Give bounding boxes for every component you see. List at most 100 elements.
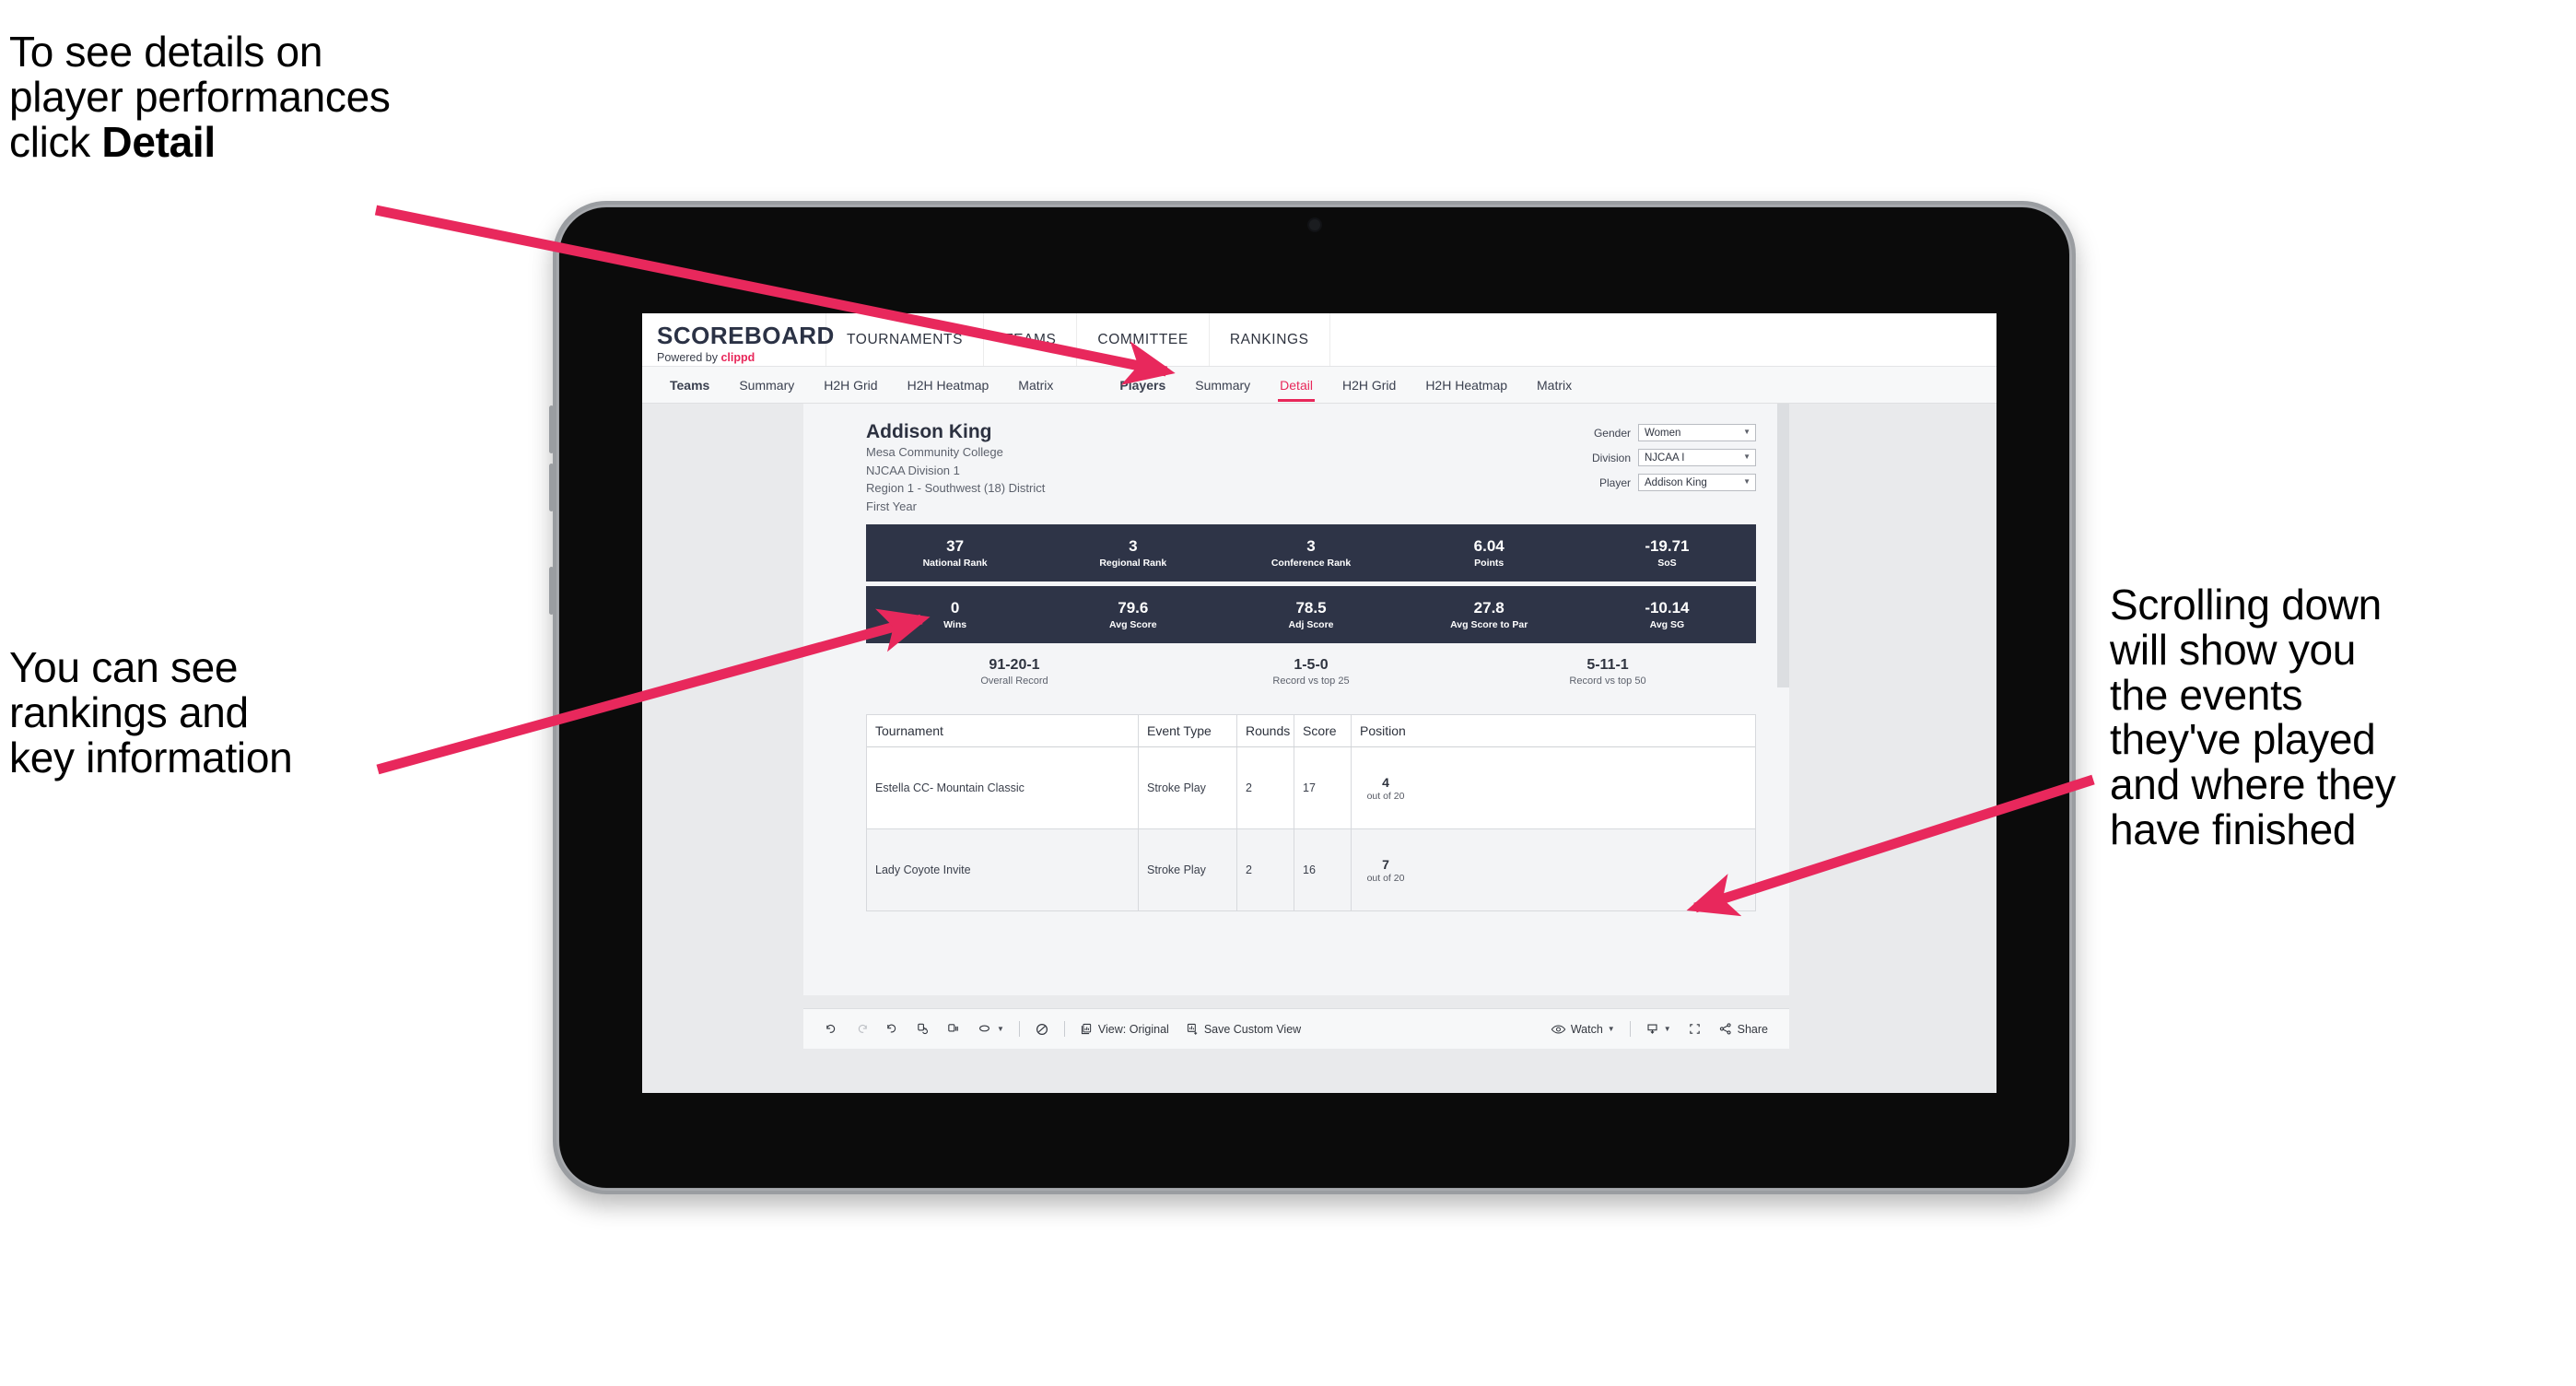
stat-sos: -19.71 SoS — [1578, 537, 1756, 569]
gender-select[interactable]: Women ▼ — [1638, 424, 1756, 441]
highlight-button[interactable] — [1026, 1016, 1058, 1042]
power-button[interactable] — [549, 567, 554, 615]
cell-score: 17 — [1294, 747, 1352, 829]
player-year: First Year — [866, 499, 917, 513]
pan-mode-button[interactable]: ▼ — [968, 1016, 1013, 1042]
filter-division: Division NJCAA I ▼ — [1583, 449, 1756, 466]
logo-sub-prefix: Powered by — [657, 351, 721, 364]
stat-wins: 0 Wins — [866, 599, 1044, 630]
filter-player: Player Addison King ▼ — [1583, 474, 1756, 491]
record-label: Overall Record — [980, 675, 1048, 687]
tab-player-detail[interactable]: Detail — [1265, 367, 1328, 404]
column-header-tournament[interactable]: Tournament — [867, 715, 1139, 747]
stat-value: -19.71 — [1645, 537, 1690, 556]
tab-team-h2h-heatmap[interactable]: H2H Heatmap — [893, 367, 1004, 404]
stats-row-scores: 0 Wins 79.6 Avg Score 78.5 Adj Score 27.… — [866, 586, 1756, 644]
undo-icon — [825, 1022, 838, 1036]
camera-icon — [1308, 219, 1320, 230]
stat-national-rank: 37 National Rank — [866, 537, 1044, 569]
stat-avg-score: 79.6 Avg Score — [1044, 599, 1222, 630]
annotation-rankings-note: You can see rankings and key information — [9, 643, 293, 781]
nav-item-teams[interactable]: TEAMS — [984, 313, 1078, 366]
division-select-value: NJCAA I — [1645, 452, 1685, 464]
player-select-value: Addison King — [1645, 476, 1707, 488]
refresh-button[interactable] — [907, 1016, 938, 1042]
player-identity: Addison King Mesa Community College NJCA… — [866, 420, 1045, 515]
table-row[interactable]: Lady Coyote Invite Stroke Play 2 16 7 ou… — [867, 829, 1755, 912]
stat-adj-score: 78.5 Adj Score — [1222, 599, 1399, 630]
volume-down-button[interactable] — [549, 464, 554, 511]
chevron-down-icon: ▼ — [1743, 452, 1751, 461]
tablet-device-frame: SCOREBOARD Powered by clippd TOURNAMENTS… — [549, 201, 2076, 1194]
stat-value: -10.14 — [1645, 599, 1690, 617]
tab-players[interactable]: Players — [1105, 367, 1180, 404]
dashboard-sheet: Addison King Mesa Community College NJCA… — [803, 404, 1789, 995]
eye-icon — [1551, 1023, 1566, 1036]
stat-points: 6.04 Points — [1400, 537, 1578, 569]
position-number: 7 — [1382, 856, 1389, 872]
stat-value: 6.04 — [1473, 537, 1505, 556]
column-header-score[interactable]: Score — [1294, 715, 1352, 747]
nav-item-rankings[interactable]: RANKINGS — [1210, 313, 1330, 366]
view-original-button[interactable]: View: Original — [1071, 1016, 1177, 1042]
browser-viewport: SCOREBOARD Powered by clippd TOURNAMENTS… — [642, 313, 1996, 1093]
secondary-tab-bar: Teams Summary H2H Grid H2H Heatmap Matri… — [642, 367, 1996, 404]
toolbar-divider — [1018, 1021, 1020, 1037]
stat-label: Adj Score — [1288, 618, 1334, 630]
stat-label: Wins — [943, 618, 967, 630]
chevron-down-icon: ▼ — [997, 1025, 1004, 1033]
column-header-event-type[interactable]: Event Type — [1139, 715, 1237, 747]
tab-team-h2h-grid[interactable]: H2H Grid — [809, 367, 892, 404]
dashboard-toolbar: ▼ View: Original Save Custom View Watch … — [803, 1008, 1789, 1049]
record-value: 1-5-0 — [1294, 657, 1329, 674]
pause-auto-update-button[interactable] — [938, 1016, 968, 1042]
chevron-down-icon: ▼ — [1743, 477, 1751, 486]
pause-icon — [946, 1022, 960, 1036]
cell-position: 4 out of 20 — [1352, 747, 1420, 828]
tab-player-summary[interactable]: Summary — [1180, 367, 1265, 404]
nav-item-committee[interactable]: COMMITTEE — [1077, 313, 1210, 366]
tab-player-h2h-grid[interactable]: H2H Grid — [1328, 367, 1411, 404]
highlight-circle-icon — [1035, 1022, 1049, 1037]
stat-avg-sg: -10.14 Avg SG — [1578, 599, 1756, 630]
share-button[interactable]: Share — [1710, 1016, 1776, 1042]
stat-label: Avg Score — [1109, 618, 1157, 630]
logo-subtitle: Powered by clippd — [657, 351, 825, 364]
gender-select-value: Women — [1645, 427, 1681, 439]
cell-tournament: Lady Coyote Invite — [867, 829, 1139, 911]
chevron-down-icon: ▼ — [1743, 428, 1751, 436]
nav-item-tournaments[interactable]: TOURNAMENTS — [826, 313, 985, 366]
watch-button[interactable]: Watch ▼ — [1542, 1016, 1623, 1042]
save-custom-view-button[interactable]: Save Custom View — [1177, 1016, 1309, 1042]
app-header: SCOREBOARD Powered by clippd TOURNAMENTS… — [642, 313, 1996, 367]
player-division: NJCAA Division 1 — [866, 463, 960, 477]
app-logo[interactable]: SCOREBOARD Powered by clippd — [642, 313, 834, 366]
tab-teams[interactable]: Teams — [655, 367, 724, 404]
record-overall: 91-20-1 Overall Record — [866, 656, 1163, 687]
tab-player-h2h-heatmap[interactable]: H2H Heatmap — [1411, 367, 1522, 404]
redo-icon — [855, 1022, 869, 1036]
fullscreen-button[interactable] — [1680, 1016, 1710, 1042]
position-number: 4 — [1382, 774, 1389, 790]
player-tab-group: Players Summary Detail H2H Grid H2H Heat… — [1105, 367, 1587, 404]
stats-row-ranks: 37 National Rank 3 Regional Rank 3 Confe… — [866, 524, 1756, 582]
volume-up-button[interactable] — [549, 405, 554, 453]
player-select[interactable]: Addison King ▼ — [1638, 474, 1756, 491]
tab-player-matrix[interactable]: Matrix — [1522, 367, 1587, 404]
tab-team-summary[interactable]: Summary — [724, 367, 809, 404]
filter-player-label: Player — [1598, 476, 1631, 489]
chevron-down-icon: ▼ — [1663, 1025, 1671, 1033]
table-row[interactable]: Estella CC- Mountain Classic Stroke Play… — [867, 747, 1755, 830]
division-select[interactable]: NJCAA I ▼ — [1638, 449, 1756, 466]
column-header-rounds[interactable]: Rounds — [1237, 715, 1294, 747]
column-header-position[interactable]: Position — [1352, 715, 1420, 746]
tab-team-matrix[interactable]: Matrix — [1003, 367, 1068, 404]
download-button[interactable]: ▼ — [1637, 1016, 1680, 1042]
undo-button[interactable] — [816, 1016, 847, 1042]
record-vs-top-50: 5-11-1 Record vs top 50 — [1459, 656, 1756, 687]
cell-event-type: Stroke Play — [1139, 829, 1237, 911]
revert-button[interactable] — [877, 1016, 907, 1042]
stat-label: Points — [1474, 557, 1505, 569]
stat-label: SoS — [1657, 557, 1677, 569]
stat-value: 3 — [1306, 537, 1316, 556]
